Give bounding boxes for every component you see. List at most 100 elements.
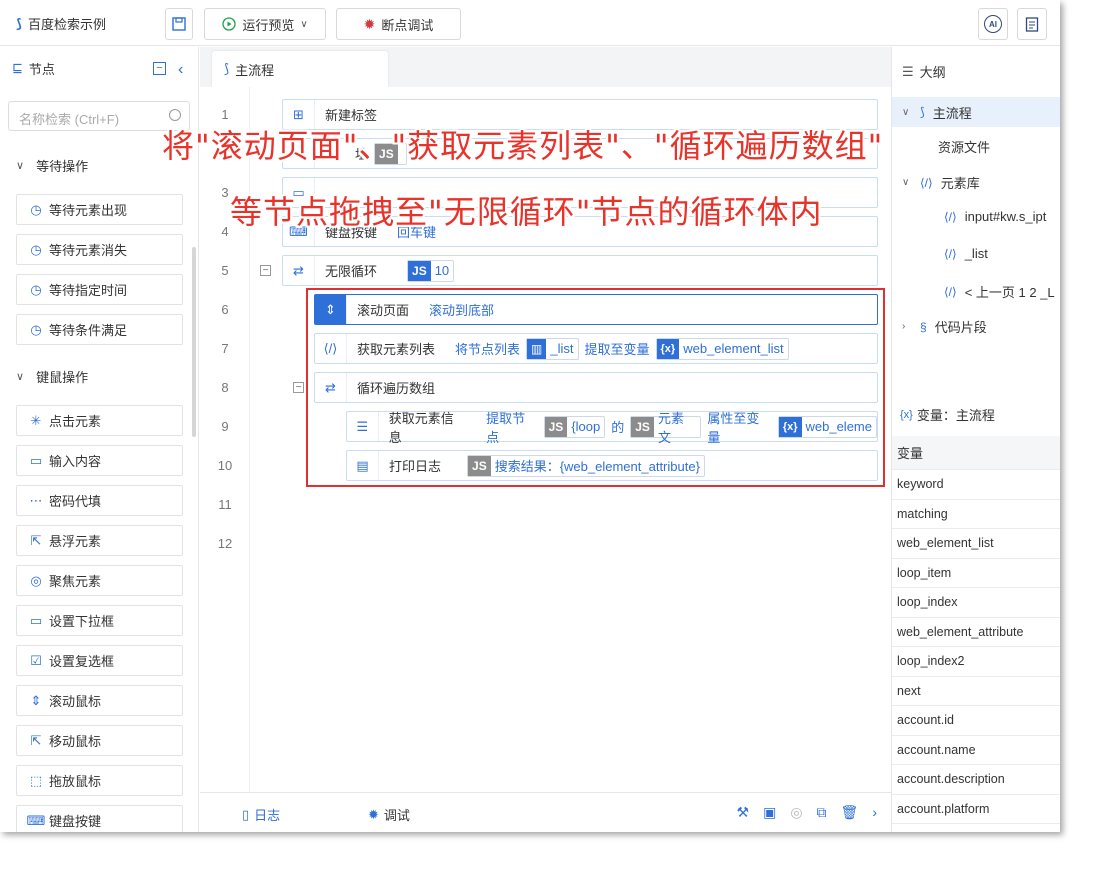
tree-item-resources[interactable]: 资源文件: [892, 137, 990, 156]
node-search-placeholder: 名称检索 (Ctrl+F): [19, 112, 120, 127]
breakpoint-debug-button[interactable]: ✹ 断点调试: [336, 8, 461, 40]
variable-row[interactable]: loop_item: [892, 559, 1060, 588]
cursor-icon: ⇱: [30, 532, 42, 548]
chevron-left-icon[interactable]: ‹: [178, 61, 183, 79]
ai-icon: AI: [984, 15, 1002, 33]
line-number: 8: [221, 380, 229, 395]
variable-row[interactable]: matching: [892, 500, 1060, 529]
node-set-checkbox[interactable]: ☑ 设置复选框: [16, 645, 183, 676]
flow-editor: ⟆ 主流程 1 2 3 4 5 6 7 8 9 10 11 12 ⊞ 新建标签: [162, 47, 891, 832]
search-icon: [169, 109, 181, 121]
variable-row[interactable]: next: [892, 677, 1060, 706]
document-icon: [1025, 16, 1039, 32]
node-set-dropdown[interactable]: ▭ 设置下拉框: [16, 605, 183, 636]
tree-item-element[interactable]: ⟨/⟩ < 上一页 1 2 _L: [892, 282, 1055, 301]
trash-icon[interactable]: 🗑: [841, 804, 859, 821]
variable-row[interactable]: account.name: [892, 736, 1060, 765]
line-number: 11: [218, 497, 232, 512]
node-password-fill[interactable]: ⋯ 密码代填: [16, 485, 183, 516]
group-wait[interactable]: ∨ 等待操作: [16, 156, 88, 175]
loop-count-chip[interactable]: JS 10: [407, 259, 455, 282]
tree-item-label: 资源文件: [938, 140, 991, 155]
tree-item-label: 元素库: [940, 176, 980, 191]
flow-node-infinite-loop[interactable]: ⇄ 无限循环 JS 10: [282, 255, 878, 286]
node-click-element[interactable]: ✳ 点击元素: [16, 405, 183, 436]
js-tag: JS: [408, 260, 431, 281]
node-label: 拖放鼠标: [49, 774, 102, 789]
node-keyboard-key[interactable]: ⌨ 键盘按键: [16, 805, 183, 832]
chevron-right-icon[interactable]: ›: [872, 804, 877, 821]
node-wait-condition[interactable]: ◷ 等待条件满足: [16, 314, 183, 345]
variable-row[interactable]: account.id: [892, 706, 1060, 736]
variables-table: 变量 keyword matching web_element_list loo…: [892, 436, 1060, 824]
code-icon: ⟨/⟩: [944, 209, 957, 224]
variable-row[interactable]: loop_index: [892, 588, 1060, 618]
node-wait-element-appear[interactable]: ◷ 等待元素出现: [16, 194, 183, 225]
variable-row[interactable]: loop_index2: [892, 647, 1060, 677]
node-label: 等待元素出现: [49, 203, 128, 218]
variable-row[interactable]: web_element_list: [892, 529, 1060, 559]
node-drag-drop-mouse[interactable]: ⬚ 拖放鼠标: [16, 765, 183, 796]
collapse-toggle[interactable]: −: [260, 265, 271, 276]
variable-row[interactable]: account.platform: [892, 795, 1060, 824]
node-wait-element-disappear[interactable]: ◷ 等待元素消失: [16, 234, 183, 265]
cursor-icon: ⇱: [30, 732, 42, 748]
line-number: 12: [217, 536, 233, 551]
node-label: 悬浮元素: [49, 534, 102, 549]
tree-item-label: _list: [964, 246, 988, 261]
collapse-toggle[interactable]: −: [293, 382, 304, 393]
input-icon: ▭: [29, 452, 43, 468]
node-focus-element[interactable]: ◎ 聚焦元素: [16, 565, 183, 596]
tree-item-main-flow[interactable]: ∨ ⟆ 主流程: [892, 97, 1060, 127]
run-preview-button[interactable]: 运行预览 ∨: [204, 8, 326, 40]
tab-main-flow[interactable]: ⟆ 主流程: [212, 51, 388, 87]
variables-header: {x} 变量：主流程: [900, 405, 995, 424]
node-input-content[interactable]: ▭ 输入内容: [16, 445, 183, 476]
copy-icon[interactable]: ⧉: [817, 804, 827, 821]
ai-button[interactable]: AI: [978, 8, 1008, 40]
tab-log[interactable]: ▯ 日志: [242, 805, 280, 824]
variables-title: 变量：主流程: [916, 408, 995, 423]
chevron-down-icon: ∨: [300, 18, 308, 30]
flow-icon: ⟆: [920, 105, 925, 119]
node-panel-scrollbar[interactable]: [192, 247, 196, 437]
code-icon: ⟨/⟩: [920, 175, 933, 190]
collapse-all-icon[interactable]: −: [153, 62, 166, 75]
tab-debug-label: 调试: [383, 808, 410, 823]
node-hover-element[interactable]: ⇱ 悬浮元素: [16, 525, 183, 556]
document-button[interactable]: [1017, 8, 1047, 40]
chevron-right-icon: ›: [902, 321, 906, 332]
tree-item-snippets[interactable]: › § 代码片段: [892, 317, 987, 336]
clock-icon: ◷: [30, 281, 42, 297]
tree-item-element-library[interactable]: ∨ ⟨/⟩ 元素库: [892, 173, 980, 192]
node-label: 设置下拉框: [49, 614, 115, 629]
group-keyboard-mouse[interactable]: ∨ 键鼠操作: [16, 367, 88, 386]
brush-icon[interactable]: ⚒: [737, 804, 750, 821]
node-label: 密码代填: [49, 494, 102, 509]
variable-row[interactable]: account.description: [892, 765, 1060, 795]
line-number: 9: [221, 419, 229, 434]
bug-icon: ✹: [363, 15, 376, 32]
node-label: 等待元素消失: [49, 243, 128, 258]
save-icon: [172, 17, 186, 31]
tree-item-element[interactable]: ⟨/⟩ input#kw.s_ipt: [892, 209, 1046, 224]
variable-row[interactable]: keyword: [892, 470, 1060, 500]
highlight-box: [306, 288, 885, 487]
loop-icon: ⇄: [283, 256, 315, 285]
node-label: 输入内容: [49, 454, 102, 469]
tab-debug[interactable]: ✹ 调试: [368, 805, 410, 824]
stop-icon[interactable]: ◎: [790, 804, 802, 821]
flow-node-title: 无限循环: [325, 264, 378, 279]
variable-row[interactable]: web_element_attribute: [892, 618, 1060, 647]
checkbox-icon: ☑: [30, 652, 42, 668]
save-button[interactable]: [165, 8, 193, 40]
node-label: 点击元素: [49, 414, 102, 429]
bug-icon: ✹: [368, 806, 379, 822]
node-move-mouse[interactable]: ⇱ 移动鼠标: [16, 725, 183, 756]
node-label: 键盘按键: [49, 814, 102, 829]
tab-main-flow-label: 主流程: [235, 62, 275, 78]
tree-item-element[interactable]: ⟨/⟩ _list: [892, 246, 988, 261]
panel-icon[interactable]: ▣: [763, 804, 776, 821]
node-wait-time[interactable]: ◷ 等待指定时间: [16, 274, 183, 305]
node-scroll-mouse[interactable]: ⇕ 滚动鼠标: [16, 685, 183, 716]
